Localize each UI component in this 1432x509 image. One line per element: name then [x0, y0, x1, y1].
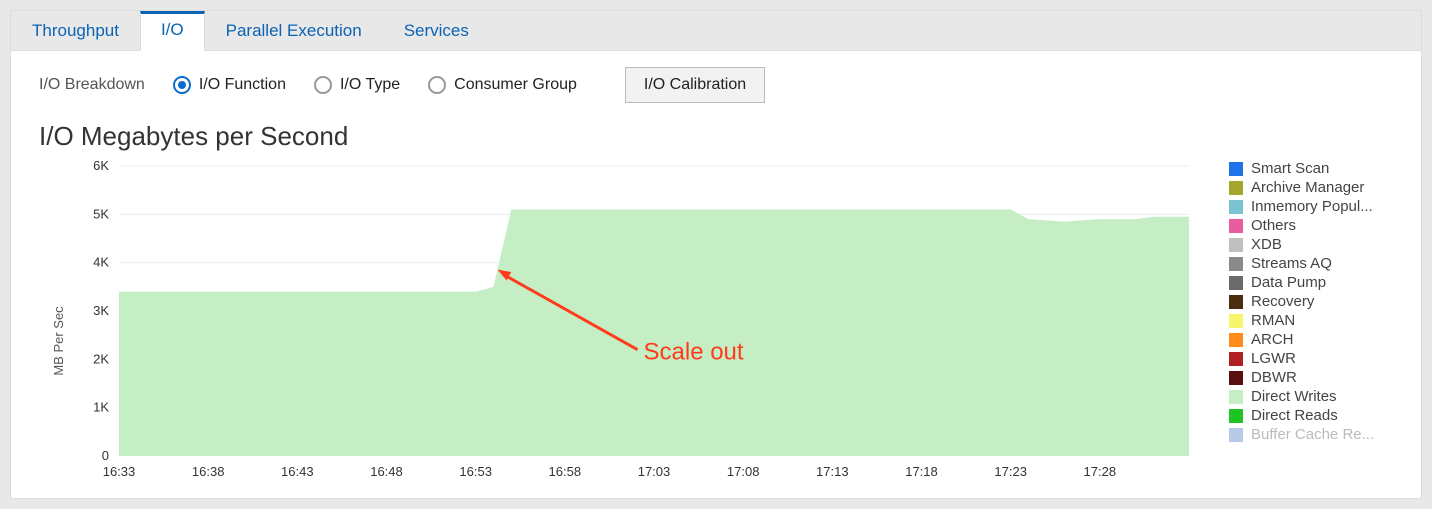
svg-text:5K: 5K	[93, 206, 109, 221]
legend-label: DBWR	[1251, 369, 1297, 386]
tab-throughput[interactable]: Throughput	[11, 12, 140, 51]
svg-text:16:43: 16:43	[281, 464, 314, 479]
legend-label: Recovery	[1251, 293, 1314, 310]
legend-item[interactable]: LGWR	[1229, 350, 1409, 367]
tab-bar: Throughput I/O Parallel Execution Servic…	[11, 11, 1421, 51]
svg-text:4K: 4K	[93, 255, 109, 270]
svg-text:16:48: 16:48	[370, 464, 403, 479]
radio-label: I/O Type	[340, 76, 400, 94]
legend-item[interactable]: ARCH	[1229, 331, 1409, 348]
chart-title: I/O Megabytes per Second	[11, 111, 1421, 156]
breakdown-label: I/O Breakdown	[39, 76, 145, 94]
legend-item[interactable]: Smart Scan	[1229, 160, 1409, 177]
legend-item[interactable]: Streams AQ	[1229, 255, 1409, 272]
legend-item[interactable]: Recovery	[1229, 293, 1409, 310]
svg-text:16:53: 16:53	[459, 464, 492, 479]
svg-text:17:03: 17:03	[638, 464, 671, 479]
legend-item[interactable]: RMAN	[1229, 312, 1409, 329]
legend-label: Inmemory Popul...	[1251, 198, 1373, 215]
controls-row: I/O Breakdown I/O Function I/O Type Cons…	[11, 51, 1421, 111]
radio-label: Consumer Group	[454, 76, 577, 94]
svg-text:16:38: 16:38	[192, 464, 225, 479]
svg-text:16:33: 16:33	[103, 464, 136, 479]
legend-label: Archive Manager	[1251, 179, 1364, 196]
legend-label: Direct Writes	[1251, 388, 1337, 405]
legend: Smart Scan Archive Manager Inmemory Popul.…	[1229, 156, 1409, 486]
legend-swatch	[1229, 276, 1243, 290]
legend-swatch	[1229, 295, 1243, 309]
svg-text:17:23: 17:23	[994, 464, 1027, 479]
legend-swatch	[1229, 257, 1243, 271]
svg-text:17:28: 17:28	[1084, 464, 1117, 479]
legend-swatch	[1229, 371, 1243, 385]
legend-swatch	[1229, 200, 1243, 214]
svg-text:2K: 2K	[93, 351, 109, 366]
chart-row: 0 1K 2K 3K 4K 5K 6K MB Per Sec 16:33 16:38 16:43 16…	[11, 156, 1421, 486]
legend-swatch	[1229, 162, 1243, 176]
legend-swatch	[1229, 238, 1243, 252]
legend-swatch	[1229, 390, 1243, 404]
svg-text:Scale out: Scale out	[644, 339, 744, 366]
legend-item[interactable]: Inmemory Popul...	[1229, 198, 1409, 215]
tab-io[interactable]: I/O	[140, 11, 205, 51]
svg-text:3K: 3K	[93, 303, 109, 318]
radio-io-type[interactable]: I/O Type	[314, 76, 400, 94]
radio-io-function[interactable]: I/O Function	[173, 76, 286, 94]
legend-label: Smart Scan	[1251, 160, 1329, 177]
legend-label: Streams AQ	[1251, 255, 1332, 272]
radio-consumer-group[interactable]: Consumer Group	[428, 76, 577, 94]
svg-text:17:08: 17:08	[727, 464, 760, 479]
legend-label: ARCH	[1251, 331, 1294, 348]
chart-area: 0 1K 2K 3K 4K 5K 6K MB Per Sec 16:33 16:38 16:43 16…	[39, 156, 1199, 486]
legend-swatch	[1229, 409, 1243, 423]
chart-svg: 0 1K 2K 3K 4K 5K 6K MB Per Sec 16:33 16:38 16:43 16…	[39, 156, 1199, 486]
legend-label: Data Pump	[1251, 274, 1326, 291]
svg-text:MB Per Sec: MB Per Sec	[51, 306, 66, 376]
legend-item[interactable]: DBWR	[1229, 369, 1409, 386]
legend-label: XDB	[1251, 236, 1282, 253]
svg-text:17:18: 17:18	[905, 464, 938, 479]
svg-text:0: 0	[102, 448, 109, 463]
legend-item[interactable]: Buffer Cache Re...	[1229, 426, 1409, 443]
tab-services[interactable]: Services	[383, 12, 490, 51]
legend-swatch	[1229, 314, 1243, 328]
legend-label: RMAN	[1251, 312, 1295, 329]
svg-text:16:58: 16:58	[549, 464, 582, 479]
legend-swatch	[1229, 333, 1243, 347]
radio-label: I/O Function	[199, 76, 286, 94]
legend-item[interactable]: Direct Writes	[1229, 388, 1409, 405]
svg-text:6K: 6K	[93, 158, 109, 173]
legend-item[interactable]: Direct Reads	[1229, 407, 1409, 424]
legend-item[interactable]: Others	[1229, 217, 1409, 234]
legend-swatch	[1229, 352, 1243, 366]
legend-label: Direct Reads	[1251, 407, 1338, 424]
radio-icon	[173, 76, 191, 94]
legend-label: LGWR	[1251, 350, 1296, 367]
legend-item[interactable]: Data Pump	[1229, 274, 1409, 291]
svg-text:1K: 1K	[93, 400, 109, 415]
legend-swatch	[1229, 181, 1243, 195]
legend-swatch	[1229, 219, 1243, 233]
legend-label: Others	[1251, 217, 1296, 234]
legend-swatch	[1229, 428, 1243, 442]
radio-icon	[314, 76, 332, 94]
legend-item[interactable]: XDB	[1229, 236, 1409, 253]
tab-parallel-execution[interactable]: Parallel Execution	[205, 12, 383, 51]
radio-icon	[428, 76, 446, 94]
legend-item[interactable]: Archive Manager	[1229, 179, 1409, 196]
legend-label: Buffer Cache Re...	[1251, 426, 1374, 443]
svg-text:17:13: 17:13	[816, 464, 849, 479]
io-panel: Throughput I/O Parallel Execution Servic…	[10, 10, 1422, 499]
calibration-button[interactable]: I/O Calibration	[625, 67, 765, 103]
